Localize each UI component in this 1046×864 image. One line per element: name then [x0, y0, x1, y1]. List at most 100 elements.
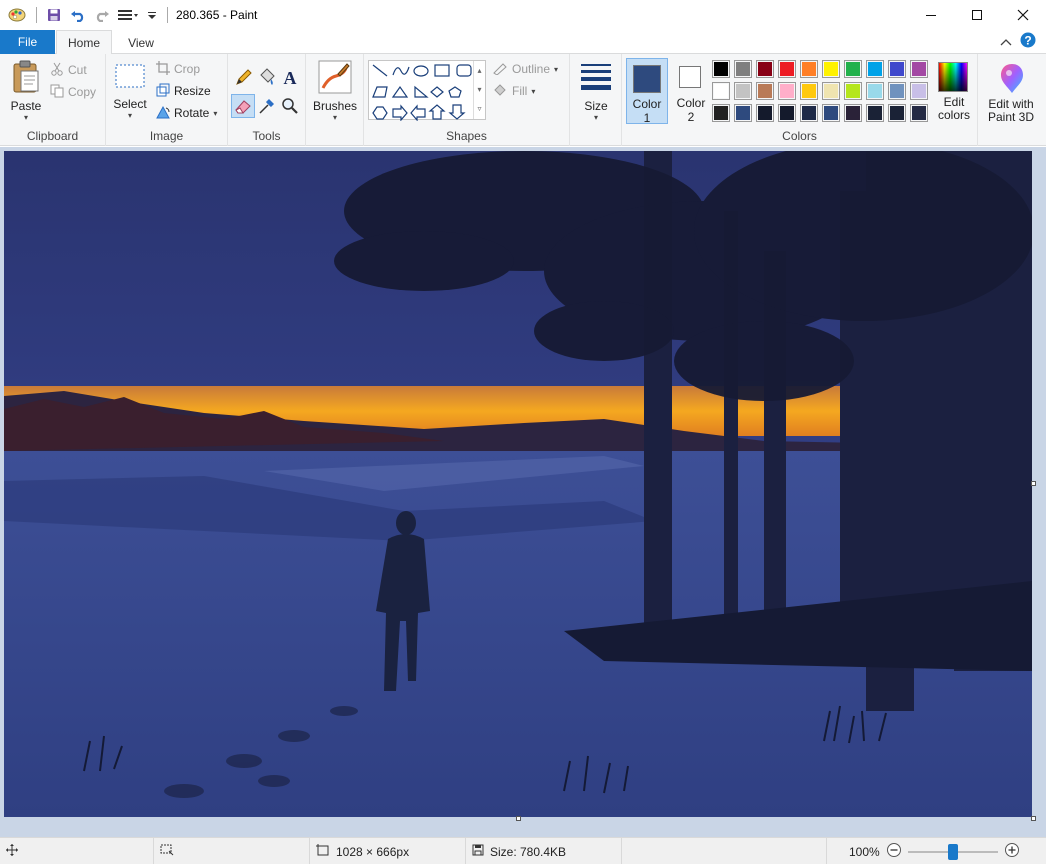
palette-swatch[interactable] — [910, 104, 928, 122]
palette-swatch[interactable] — [866, 104, 884, 122]
palette-swatch[interactable] — [844, 104, 862, 122]
palette-swatch-color — [824, 62, 838, 76]
tab-home[interactable]: Home — [56, 30, 112, 55]
palette-swatch[interactable] — [756, 104, 774, 122]
paint3d-group: Edit with Paint 3D — [978, 54, 1042, 146]
tab-file[interactable]: File — [0, 30, 55, 54]
canvas-resize-handle-bottom[interactable] — [516, 816, 521, 821]
palette-swatch-color — [758, 62, 772, 76]
collapse-ribbon-icon[interactable] — [1000, 35, 1012, 49]
copy-button[interactable]: Copy — [50, 82, 96, 102]
tab-view[interactable]: View — [114, 30, 168, 55]
canvas-resize-handle-corner[interactable] — [1031, 816, 1036, 821]
outline-dropdown-icon: ▾ — [554, 64, 559, 74]
undo-icon[interactable] — [67, 4, 89, 26]
redo-icon[interactable] — [91, 4, 113, 26]
palette-swatch[interactable] — [800, 60, 818, 78]
shapes-gallery[interactable]: ▴ ▾ ▿ — [368, 60, 486, 122]
close-button[interactable] — [1000, 0, 1046, 30]
palette-swatch-color — [802, 62, 816, 76]
zoom-in-icon[interactable] — [1004, 842, 1020, 861]
palette-swatch[interactable] — [734, 104, 752, 122]
resize-icon — [156, 83, 170, 100]
palette-swatch[interactable] — [734, 60, 752, 78]
text-tool-icon[interactable]: A — [280, 67, 300, 88]
fill-dropdown-icon: ▾ — [531, 86, 536, 96]
drawing-canvas[interactable] — [4, 151, 1032, 817]
paint-app-icon[interactable] — [6, 4, 28, 26]
size-button[interactable]: Size ▾ — [576, 62, 616, 122]
color2-label-line2: 2 — [687, 110, 695, 124]
palette-swatch-color — [758, 106, 772, 120]
palette-swatch[interactable] — [822, 60, 840, 78]
image-dimensions-text: 1028 × 666px — [336, 844, 410, 859]
palette-swatch[interactable] — [866, 60, 884, 78]
cut-button[interactable]: Cut — [50, 60, 87, 80]
palette-swatch[interactable] — [888, 82, 906, 100]
crop-button[interactable]: Crop — [156, 59, 200, 79]
color-picker-icon[interactable] — [257, 96, 277, 116]
rotate-icon — [156, 105, 170, 122]
canvas-resize-handle-right[interactable] — [1031, 481, 1036, 486]
zoom-slider-thumb[interactable] — [947, 843, 958, 860]
palette-swatch[interactable] — [800, 82, 818, 100]
color2-button[interactable]: Color 2 — [672, 58, 710, 124]
shapes-gallery-scroll[interactable]: ▴ ▾ ▿ — [473, 61, 485, 119]
palette-swatch-color — [824, 84, 838, 98]
palette-swatch[interactable] — [712, 104, 730, 122]
tools-group: A Tools — [228, 54, 306, 146]
maximize-button[interactable] — [954, 0, 1000, 30]
fill-button[interactable]: Fill ▾ — [492, 81, 535, 101]
pencil-icon[interactable] — [234, 67, 254, 87]
select-button[interactable]: Select ▾ — [112, 62, 148, 120]
palette-swatch[interactable] — [778, 82, 796, 100]
resize-button[interactable]: Resize — [156, 81, 211, 101]
palette-swatch[interactable] — [778, 104, 796, 122]
paste-button[interactable]: Paste ▾ — [6, 60, 46, 122]
size-label: Size — [584, 99, 608, 113]
palette-swatch[interactable] — [888, 60, 906, 78]
status-bar: 1028 × 666px Size: 780.4KB 100% — [0, 837, 1046, 864]
clipboard-group-label: Clipboard — [26, 129, 79, 143]
edit-with-paint3d-button[interactable]: Edit with Paint 3D — [982, 58, 1040, 128]
brush-icon — [318, 60, 352, 97]
help-icon[interactable]: ? — [1020, 32, 1036, 51]
line-size-icon — [579, 62, 613, 93]
brushes-button[interactable]: Brushes ▾ — [312, 60, 358, 122]
palette-swatch[interactable] — [844, 60, 862, 78]
save-icon[interactable] — [43, 4, 65, 26]
color1-label-line2: 1 — [643, 111, 651, 125]
fill-bucket-icon[interactable] — [257, 67, 277, 87]
rotate-button[interactable]: Rotate ▾ — [156, 103, 217, 123]
palette-swatch[interactable] — [822, 82, 840, 100]
palette-swatch[interactable] — [844, 82, 862, 100]
outline-icon — [492, 61, 508, 78]
customize-qat-icon[interactable] — [145, 4, 159, 26]
eraser-button[interactable] — [231, 94, 255, 118]
outline-button[interactable]: Outline ▾ — [492, 59, 558, 79]
palette-swatch[interactable] — [712, 82, 730, 100]
palette-swatch[interactable] — [712, 60, 730, 78]
palette-swatch[interactable] — [822, 104, 840, 122]
palette-swatch[interactable] — [734, 82, 752, 100]
palette-swatch[interactable] — [778, 60, 796, 78]
palette-swatch[interactable] — [888, 104, 906, 122]
palette-swatch[interactable] — [756, 82, 774, 100]
magnifier-icon[interactable] — [280, 96, 300, 116]
minimize-button[interactable] — [908, 0, 954, 30]
palette-swatch[interactable] — [910, 82, 928, 100]
palette-swatch[interactable] — [800, 104, 818, 122]
crop-icon — [156, 60, 170, 78]
palette-swatch[interactable] — [866, 82, 884, 100]
properties-icon[interactable] — [115, 4, 143, 26]
zoom-out-icon[interactable] — [886, 842, 902, 861]
palette-swatch[interactable] — [756, 60, 774, 78]
selection-size-icon — [160, 844, 174, 859]
ribbon: Paste ▾ Cut Copy Clipboard Select ▾ Crop… — [0, 54, 1046, 146]
palette-swatch[interactable] — [910, 60, 928, 78]
edit-colors-button[interactable]: Edit colors — [932, 58, 976, 126]
image-dimensions-icon — [316, 844, 330, 859]
color2-label: Color 2 — [672, 96, 710, 124]
zoom-slider[interactable] — [907, 843, 998, 860]
color1-button[interactable]: Color 1 — [626, 58, 668, 125]
